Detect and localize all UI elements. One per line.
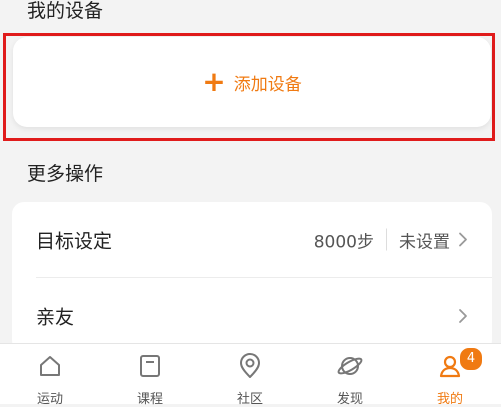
list-item-goal-setting[interactable]: 目标设定 8000步 未设置 <box>12 202 492 278</box>
add-device-button[interactable]: + 添加设备 <box>13 37 491 127</box>
step-goal-value: 8000步 <box>313 232 374 252</box>
tab-label-discover: 发现 <box>336 392 363 407</box>
tab-community[interactable]: 社区 <box>200 344 300 407</box>
friends-label: 亲友 <box>36 306 75 328</box>
tab-sport[interactable]: 运动 <box>0 344 100 407</box>
tab-label-mine: 我的 <box>436 392 463 407</box>
more-actions-list: 目标设定 8000步 未设置 亲友 <box>12 202 492 352</box>
goal-setting-label: 目标设定 <box>36 230 113 252</box>
chevron-right-icon <box>459 308 467 323</box>
tab-label-sport: 运动 <box>36 392 63 407</box>
chevron-right-icon <box>459 232 467 247</box>
plus-icon: + <box>202 65 226 98</box>
tab-label-course: 课程 <box>136 392 163 407</box>
tab-discover[interactable]: 发现 <box>300 344 400 407</box>
course-icon <box>140 355 160 377</box>
vertical-divider <box>386 228 387 251</box>
location-pin-icon <box>240 353 260 378</box>
tab-label-community: 社区 <box>236 392 263 407</box>
goal-status: 未设置 <box>399 232 450 252</box>
tab-course[interactable]: 课程 <box>100 344 200 407</box>
add-device-label: 添加设备 <box>233 74 302 95</box>
notification-badge: 4 <box>458 346 484 372</box>
tab-mine[interactable]: 4 我的 <box>400 344 500 407</box>
my-devices-title: 我的设备 <box>27 0 104 22</box>
home-icon <box>40 356 60 376</box>
planet-icon <box>337 357 363 375</box>
bottom-tab-bar: 运动 课程 社区 发现 4 我的 <box>0 343 501 407</box>
more-actions-title: 更多操作 <box>27 163 104 185</box>
list-item-friends[interactable]: 亲友 <box>12 278 492 352</box>
